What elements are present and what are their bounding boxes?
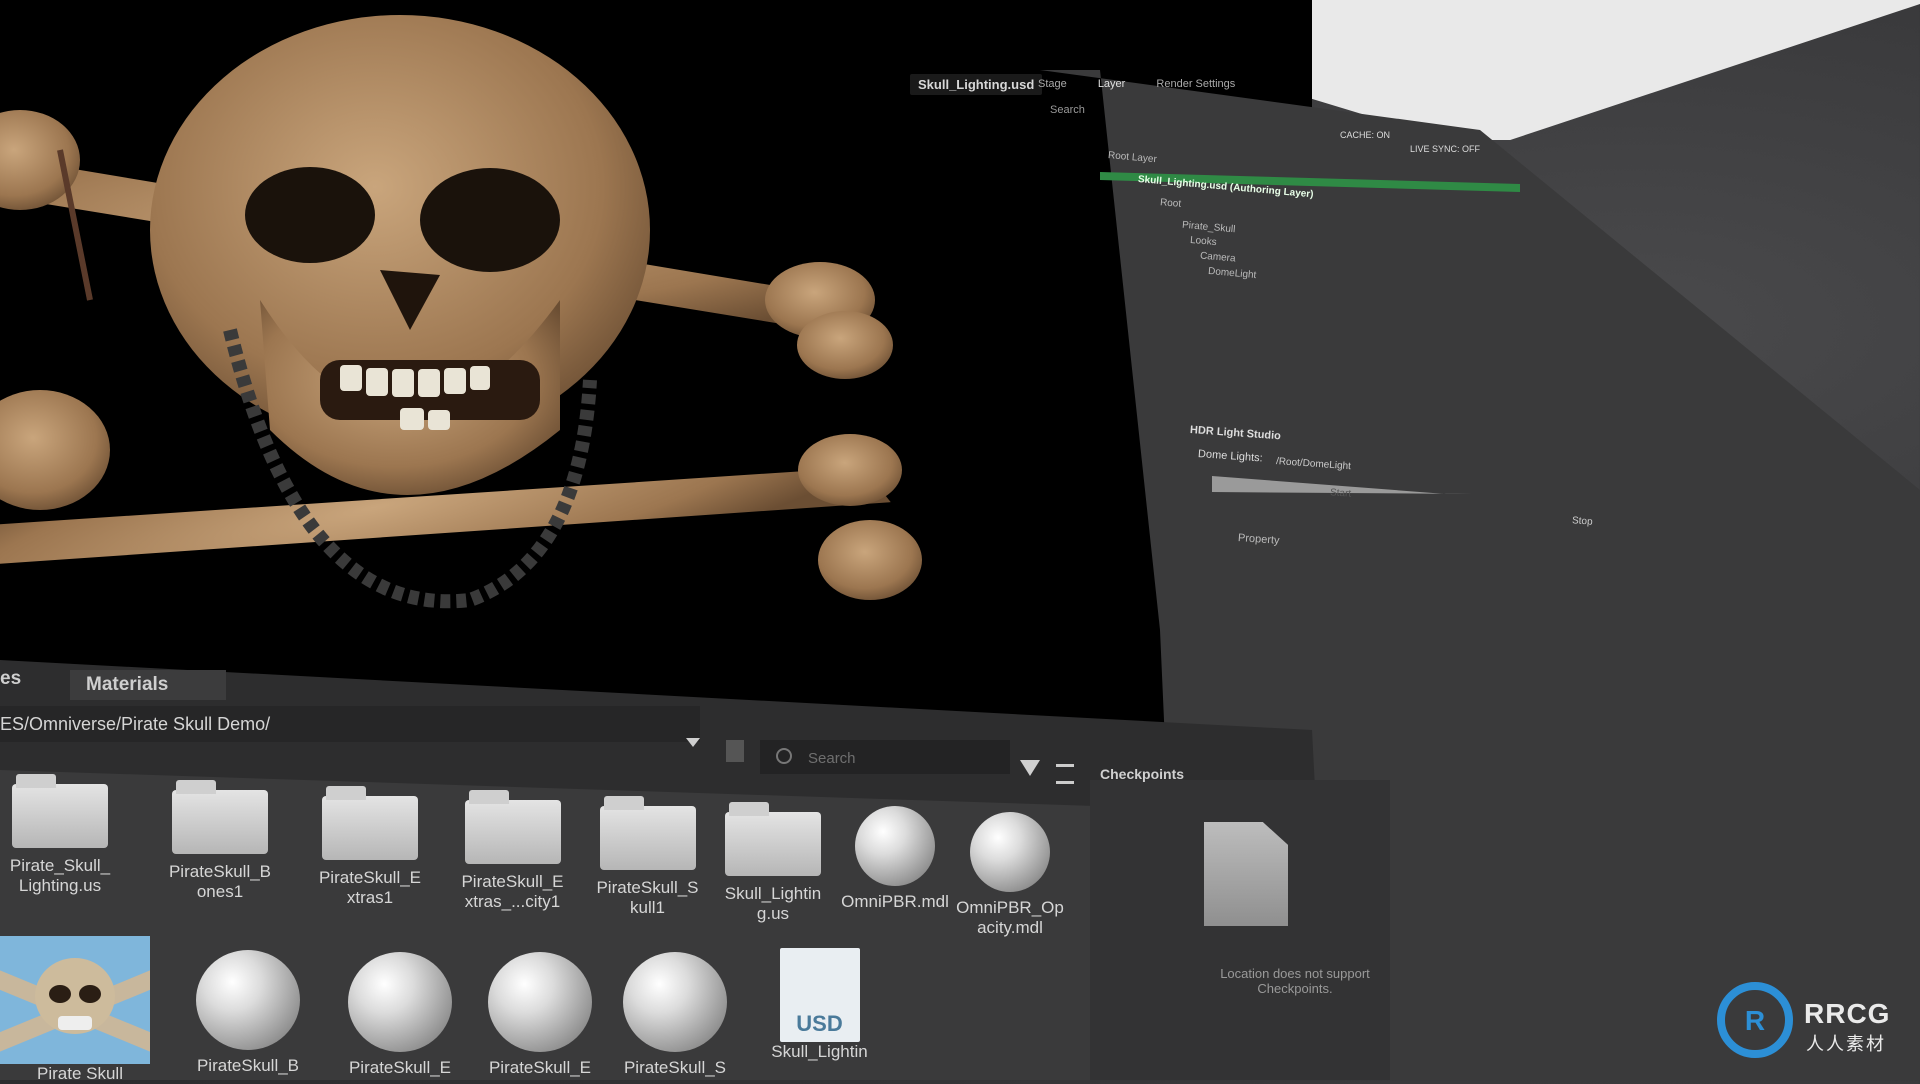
tree-item-root[interactable]: Root [1160, 197, 1182, 210]
material-sphere-icon [348, 952, 452, 1052]
usd-file-icon: USD [779, 948, 860, 1042]
document-icon [1204, 822, 1288, 926]
path-dropdown-icon[interactable] [686, 738, 700, 747]
folder-icon [725, 802, 821, 876]
search-input[interactable] [760, 740, 1010, 774]
file-item[interactable]: OmniPBR_Op acity.mdl [945, 812, 1075, 938]
folder-icon [172, 780, 268, 854]
bookmark-icon[interactable] [726, 740, 744, 762]
material-sphere-icon [623, 952, 727, 1052]
tree-item-looks[interactable]: Looks [1190, 235, 1218, 248]
folder-icon [599, 796, 696, 870]
watermark-brand: RRCG [1804, 998, 1891, 1029]
panel-tabs: Stage Layer Render Settings [1038, 78, 1263, 90]
file-item[interactable]: PirateSkull_B [178, 950, 318, 1076]
file-item[interactable]: PirateSkull_B ones1 [150, 780, 290, 902]
svg-text:R: R [1745, 1005, 1765, 1036]
material-sphere-icon [970, 812, 1050, 892]
material-sphere-icon [196, 950, 300, 1050]
file-item[interactable]: PirateSkull_E xtras1 [300, 786, 440, 908]
file-item[interactable]: Pirate_Skull_ Lighting.us [0, 774, 120, 896]
start-label: Start [1329, 487, 1352, 500]
checkpoints-message: Location does not support Checkpoints. [1220, 966, 1370, 996]
file-item[interactable]: PirateSkull_E [470, 952, 610, 1078]
tab-materials[interactable]: Materials [70, 670, 226, 700]
watermark-sub: 人人素材 [1806, 1034, 1886, 1054]
search-subtab[interactable]: Search [1050, 104, 1085, 116]
file-item[interactable]: PirateSkull_S [605, 952, 745, 1078]
tab-partial[interactable]: es [0, 668, 21, 690]
material-sphere-icon [488, 952, 592, 1052]
skull-thumbnail [0, 936, 150, 1064]
live-sync-status[interactable]: LIVE SYNC: OFF [1410, 144, 1480, 154]
path-text: ES/Omniverse/Pirate Skull Demo/ [0, 714, 271, 734]
tab-layer[interactable]: Layer [1098, 78, 1126, 90]
folder-icon [12, 774, 108, 848]
rrcg-logo-icon: R [1715, 980, 1795, 1060]
file-item[interactable]: OmniPBR.mdl [830, 806, 960, 912]
file-item[interactable]: PirateSkull_E [330, 952, 470, 1078]
filter-icon[interactable] [1020, 760, 1040, 776]
tab-stage[interactable]: Stage [1038, 78, 1067, 90]
folder-icon [464, 790, 561, 864]
file-item[interactable]: Pirate Skull [0, 936, 160, 1084]
list-view-icon[interactable] [1056, 764, 1074, 784]
file-item[interactable]: Skull_Lightin g.us [708, 802, 838, 924]
search-placeholder: Search [808, 750, 856, 767]
material-sphere-icon [855, 806, 935, 886]
stop-button[interactable]: Stop [1572, 515, 1593, 527]
panel-subtabs: Search [1050, 104, 1133, 116]
stage-file-label: Skull_Lighting.usd [910, 74, 1043, 95]
file-item[interactable]: PirateSkull_E xtras_...city1 [440, 790, 585, 912]
file-item[interactable]: USD Skull_Lightin [752, 948, 887, 1062]
tab-render-settings[interactable]: Render Settings [1156, 78, 1235, 90]
checkpoints-title[interactable]: Checkpoints [1100, 766, 1184, 782]
cache-status: CACHE: ON [1340, 130, 1391, 140]
folder-icon [322, 786, 418, 860]
file-item[interactable]: PirateSkull_S kull1 [580, 796, 715, 918]
search-icon [776, 748, 792, 764]
